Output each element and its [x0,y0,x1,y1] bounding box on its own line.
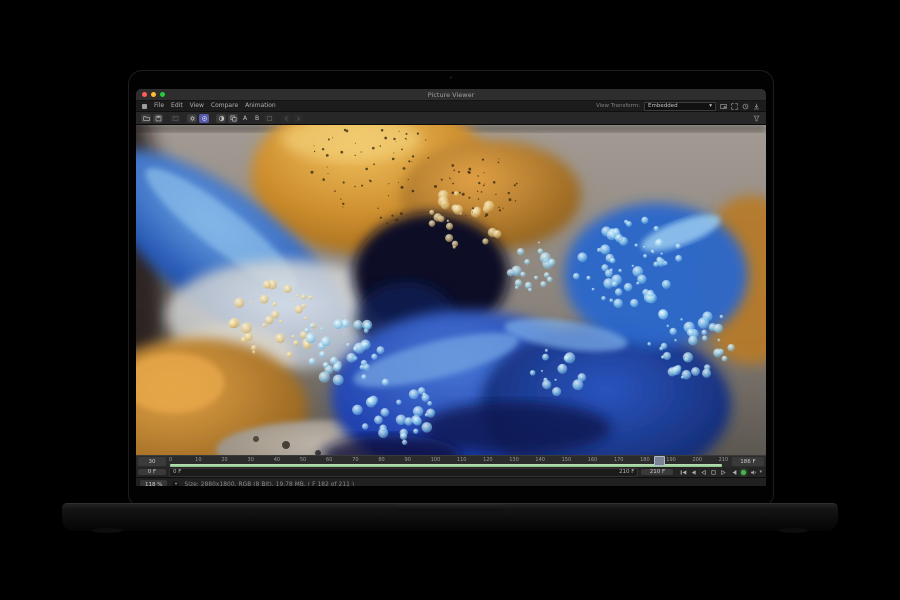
ruler-tick: 120 [483,457,493,463]
cache-progress-bar [170,464,723,467]
ruler-tick: 30 [247,457,254,463]
ruler-tick: 170 [613,457,624,463]
status-bar: 118 % ▾ Size: 2880x1800, RGB (8 Bit), 19… [136,477,766,486]
render-viewport[interactable] [136,125,766,455]
close-button[interactable] [142,92,147,97]
range-end-label: 210 F [619,469,635,475]
menu-edit[interactable]: Edit [171,101,183,111]
range-start-field[interactable]: 0 F [138,469,166,475]
open-folder-button[interactable] [141,113,151,123]
zoom-level-field[interactable]: 118 % [140,480,168,486]
range-start-label: 0 F [173,469,182,475]
compare-a-button[interactable]: A [240,114,250,123]
fullscreen-icon[interactable] [731,102,738,110]
toolbar: A B [136,112,766,125]
transport-controls: ▾ [675,468,766,476]
page-background: Picture Viewer File Edit View Compare An… [0,0,900,600]
menu-compare[interactable]: Compare [211,101,238,111]
contrast-icon[interactable] [216,113,226,123]
ruler-tick: 160 [587,457,598,463]
current-frame-field[interactable]: 186 F [732,457,764,466]
ruler-tick: 90 [404,457,411,463]
ruler-tick: 100 [430,457,441,463]
title-bar: Picture Viewer [136,89,766,101]
nav-forward-button[interactable] [293,113,303,123]
filter-funnel-icon[interactable] [751,114,761,123]
picture-viewer-window: Picture Viewer File Edit View Compare An… [136,89,766,486]
timeline-range-row: 0 F 0 F 210 F 210 F ▾ [136,467,766,477]
ruler-tick: 20 [221,457,228,463]
nav-back-button[interactable] [281,113,291,123]
minimize-button[interactable] [151,92,156,97]
history-clock-icon[interactable] [742,103,749,110]
ruler-tick: 140 [535,457,545,463]
play-reverse-button[interactable] [699,468,707,476]
lid-notch [394,504,506,511]
ruler-tick: 200 [692,457,702,463]
zoom-preset-dropdown[interactable]: ▾ [172,481,180,486]
compare-layers-icon[interactable] [228,113,238,123]
ruler-tick: 210 [718,457,729,463]
ruler-tick: 80 [378,457,385,463]
swap-ab-button[interactable] [264,113,274,123]
save-button[interactable] [153,113,163,123]
stop-button[interactable] [709,468,717,476]
prev-frame-button[interactable] [689,468,697,476]
pip-window-icon[interactable] [720,103,727,110]
ruler-tick: 50 [299,457,307,463]
menu-view[interactable]: View [190,101,204,111]
range-slider[interactable]: 0 F 210 F [169,467,639,477]
loop-dot-icon [740,469,746,475]
goto-end-button[interactable] [729,468,737,476]
rubber-foot-left [92,528,122,533]
menu-animation[interactable]: Animation [245,101,276,111]
laptop-base [62,503,838,533]
download-icon[interactable] [753,103,760,110]
range-end-field[interactable]: 210 F [641,469,674,475]
ruler-tick: 130 [509,457,519,463]
view-transform-select[interactable]: Embedded ▾ [644,101,716,111]
filter-dial-icon[interactable] [199,113,209,123]
view-transform-group: View Transform: Embedded ▾ [595,101,760,111]
image-info-text: Size: 2880x1800, RGB (8 Bit), 19.78 MB, … [184,481,355,487]
playhead[interactable] [653,456,665,466]
ruler-tick: 40 [273,457,281,463]
ruler-tick: 10 [195,457,202,463]
rubber-foot-right [778,528,808,533]
ruler-tick: 110 [456,457,467,463]
image-button[interactable] [170,113,180,123]
laptop-screen: Picture Viewer File Edit View Compare An… [128,70,774,508]
settings-gear-icon[interactable] [187,113,197,123]
ruler-tick: 190 [666,457,676,463]
ruler-tick: 70 [352,457,359,463]
ruler-tick: 60 [326,457,333,463]
timeline-ruler-row: 30 0 10 20 30 40 50 60 70 80 90 100 110 120 130 140 150… [136,455,766,467]
menu-bar: File Edit View Compare Animation View Tr… [136,101,766,112]
view-transform-value: Embedded [648,103,678,109]
timeline-ruler[interactable]: 0 10 20 30 40 50 60 70 80 90 100 110 120 130 140 150 160… [169,456,729,467]
chevron-down-icon: ▾ [709,103,712,109]
ruler-tick: 150 [561,457,572,463]
play-button[interactable] [719,468,727,476]
loop-indicator[interactable] [739,468,747,476]
zoom-button[interactable] [160,92,165,97]
window-title: Picture Viewer [427,90,475,99]
rendered-image [136,125,766,455]
traffic-lights [142,92,165,97]
app-icon [142,103,147,109]
view-transform-label: View Transform: [595,103,640,109]
menu-file[interactable]: File [154,101,164,111]
transport-options-caret[interactable]: ▾ [759,469,762,475]
fps-field[interactable]: 30 [138,457,166,466]
sound-button[interactable] [749,468,757,476]
ruler-tick: 180 [640,457,650,463]
ruler-tick: 0 [169,457,173,463]
camera-dot [449,76,453,79]
compare-b-button[interactable]: B [252,114,262,123]
goto-start-button[interactable] [679,468,687,476]
